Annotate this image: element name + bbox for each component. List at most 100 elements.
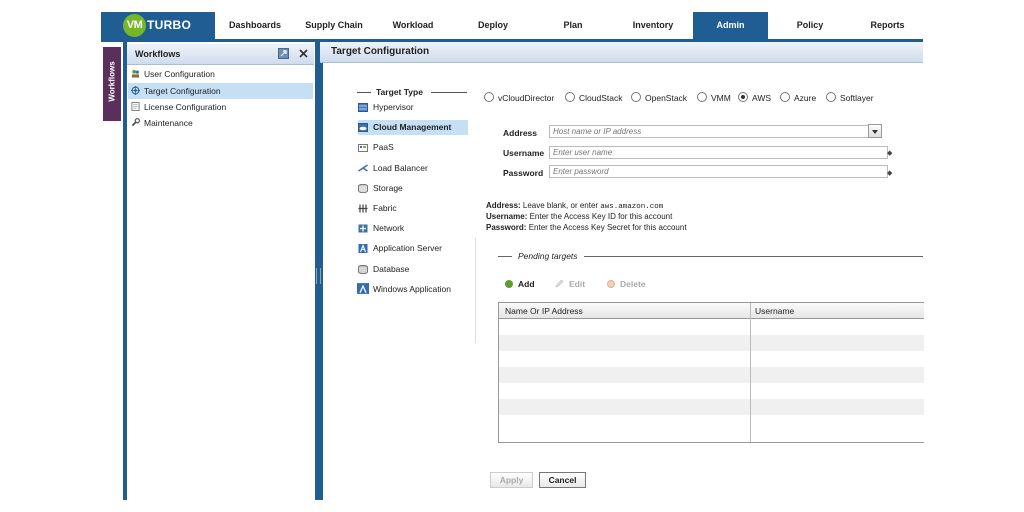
cancel-button[interactable]: Cancel bbox=[539, 472, 586, 488]
logo-vm-badge: VM bbox=[123, 14, 146, 37]
address-combobox[interactable] bbox=[549, 125, 874, 138]
target-type-hypervisor[interactable]: Hypervisor bbox=[358, 100, 414, 115]
radio-vclouddirector[interactable]: vCloudDirector bbox=[484, 92, 554, 103]
network-icon bbox=[358, 224, 368, 233]
target-type-load-balancer[interactable]: Load Balancer bbox=[358, 161, 428, 176]
table-row bbox=[499, 367, 924, 383]
username-field[interactable] bbox=[549, 146, 888, 159]
wrench-icon bbox=[131, 118, 140, 127]
app-server-icon bbox=[358, 244, 368, 253]
radio-aws[interactable]: AWS bbox=[738, 92, 772, 103]
target-type-rule-right bbox=[431, 92, 467, 93]
undock-icon[interactable] bbox=[278, 48, 289, 59]
nav-deploy[interactable]: Deploy bbox=[453, 12, 533, 39]
help-password: Password: Enter the Access Key Secret fo… bbox=[486, 223, 687, 232]
required-indicator: ◆ bbox=[887, 150, 893, 157]
target-type-windows-application[interactable]: Windows Application bbox=[357, 282, 451, 297]
delete-button[interactable]: Delete bbox=[607, 279, 646, 289]
radio-circle[interactable] bbox=[697, 92, 707, 102]
nav-policy[interactable]: Policy bbox=[768, 12, 852, 39]
delete-label: Delete bbox=[620, 279, 646, 289]
cloud-icon bbox=[358, 123, 368, 132]
radio-circle[interactable] bbox=[826, 92, 836, 102]
table-row bbox=[499, 319, 924, 335]
radio-vmm[interactable]: VMM bbox=[697, 92, 731, 103]
nav-reports[interactable]: Reports bbox=[852, 12, 923, 39]
add-icon bbox=[505, 280, 513, 288]
target-type-paas[interactable]: PaaS bbox=[358, 140, 394, 155]
workflows-tab-label: Workflows bbox=[107, 61, 117, 102]
nav-workload[interactable]: Workload bbox=[373, 12, 453, 39]
license-icon bbox=[131, 102, 140, 111]
target-type-fabric[interactable]: Fabric bbox=[358, 201, 397, 216]
radio-azure[interactable]: Azure bbox=[780, 92, 817, 103]
sidebar-item-label: License Configuration bbox=[144, 102, 227, 112]
nav-dashboards[interactable]: Dashboards bbox=[215, 12, 295, 39]
radio-label: AWS bbox=[752, 93, 772, 103]
help-key: Username: bbox=[486, 212, 528, 221]
pending-rule-left bbox=[498, 256, 512, 257]
radio-circle-selected[interactable] bbox=[738, 92, 748, 102]
close-icon[interactable] bbox=[299, 49, 308, 58]
radio-label: OpenStack bbox=[645, 93, 688, 103]
table-row bbox=[499, 399, 924, 415]
fabric-icon bbox=[358, 204, 368, 213]
main-panel-header: Target Configuration bbox=[320, 42, 923, 63]
target-type-label: Network bbox=[373, 223, 405, 233]
radio-circle[interactable] bbox=[631, 92, 641, 102]
target-type-cloud-management[interactable]: Cloud Management bbox=[358, 120, 468, 135]
radio-label: Azure bbox=[794, 93, 817, 103]
edit-button[interactable]: Edit bbox=[555, 279, 585, 289]
address-dropdown-button[interactable] bbox=[868, 124, 882, 138]
target-type-label: Application Server bbox=[373, 243, 442, 253]
target-type-database[interactable]: Database bbox=[358, 262, 409, 277]
target-type-storage[interactable]: Storage bbox=[358, 181, 403, 196]
load-balancer-icon bbox=[358, 164, 368, 172]
username-label: Username bbox=[503, 148, 545, 158]
radio-softlayer[interactable]: Softlayer bbox=[826, 92, 874, 103]
table-row bbox=[499, 415, 924, 431]
radio-label: CloudStack bbox=[579, 93, 623, 103]
sidebar-item-user-configuration[interactable]: User Configuration bbox=[128, 66, 313, 82]
sidebar-item-label: Target Configuration bbox=[144, 86, 221, 96]
nav-admin[interactable]: Admin bbox=[693, 12, 768, 39]
pending-rule-right bbox=[584, 256, 923, 257]
sidebar-item-target-configuration[interactable]: Target Configuration bbox=[128, 83, 313, 99]
nav-inventory[interactable]: Inventory bbox=[613, 12, 693, 39]
delete-icon bbox=[607, 280, 615, 288]
radio-cloudstack[interactable]: CloudStack bbox=[565, 92, 623, 103]
paas-icon bbox=[358, 144, 368, 152]
target-type-network[interactable]: Network bbox=[358, 221, 404, 236]
sidebar-item-label: User Configuration bbox=[144, 69, 215, 79]
edit-pencil-icon bbox=[555, 279, 564, 288]
workflows-panel-title: Workflows bbox=[135, 49, 181, 59]
table-row bbox=[499, 351, 924, 367]
help-key: Password: bbox=[486, 223, 527, 232]
vmturbo-logo: VM TURBO bbox=[101, 12, 215, 39]
nav-supply-chain[interactable]: Supply Chain bbox=[295, 12, 373, 39]
column-header-username[interactable]: Username bbox=[755, 306, 794, 316]
target-type-label: Windows Application bbox=[373, 284, 451, 294]
workflows-side-tab[interactable]: Workflows bbox=[103, 47, 121, 121]
nav-plan[interactable]: Plan bbox=[533, 12, 613, 39]
column-header-name[interactable]: Name Or IP Address bbox=[505, 306, 583, 316]
target-type-divider bbox=[475, 238, 476, 343]
radio-openstack[interactable]: OpenStack bbox=[631, 92, 688, 103]
splitter-grip[interactable] bbox=[316, 268, 321, 284]
target-type-application-server[interactable]: Application Server bbox=[358, 241, 442, 256]
help-key: Address: bbox=[486, 201, 521, 210]
column-divider[interactable] bbox=[750, 303, 751, 442]
apply-button[interactable]: Apply bbox=[490, 472, 533, 488]
sidebar-item-license-configuration[interactable]: License Configuration bbox=[128, 99, 313, 115]
sidebar-item-maintenance[interactable]: Maintenance bbox=[128, 115, 313, 131]
password-field[interactable] bbox=[549, 165, 888, 178]
radio-circle[interactable] bbox=[780, 92, 790, 102]
radio-circle[interactable] bbox=[484, 92, 494, 102]
radio-circle[interactable] bbox=[565, 92, 575, 102]
radio-label: Softlayer bbox=[840, 93, 874, 103]
target-type-label: Database bbox=[373, 264, 410, 274]
target-type-label: Load Balancer bbox=[373, 163, 428, 173]
add-button[interactable]: Add bbox=[505, 279, 535, 289]
target-type-label: Cloud Management bbox=[373, 122, 452, 132]
target-type-label: Fabric bbox=[373, 203, 397, 213]
